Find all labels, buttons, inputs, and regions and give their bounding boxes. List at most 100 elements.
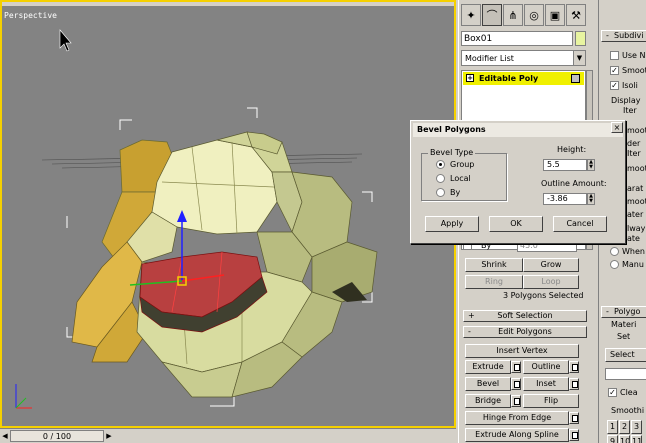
material-name-field[interactable] xyxy=(605,368,646,380)
manually-radio[interactable] xyxy=(610,260,619,269)
time-prev-icon[interactable]: ◀ xyxy=(0,430,10,442)
chevron-down-icon[interactable]: ▼ xyxy=(573,51,585,65)
motion-tab-icon[interactable]: ◎ xyxy=(524,4,544,26)
display-tab-icon[interactable]: ▣ xyxy=(545,4,565,26)
edit-polygons-rollout[interactable]: - Edit Polygons xyxy=(463,326,587,338)
perspective-viewport[interactable]: Perspective xyxy=(0,0,456,428)
ok-button[interactable]: OK xyxy=(489,216,543,232)
outline-spinner-icon[interactable]: ▲ ▼ xyxy=(587,193,595,205)
insert-vertex-button[interactable]: Insert Vertex xyxy=(465,344,579,358)
hinge-from-edge-button[interactable]: Hinge From Edge xyxy=(465,411,569,425)
flip-button[interactable]: Flip xyxy=(523,394,579,408)
stack-item-editable-poly[interactable]: + Editable Poly xyxy=(463,72,584,85)
render-iterations-label: Iter xyxy=(627,149,641,158)
apply-button[interactable]: Apply xyxy=(425,216,479,232)
update-label: ate xyxy=(627,234,640,243)
clear-selection-checkbox[interactable]: ✓ xyxy=(608,388,617,397)
soft-selection-label: Soft Selection xyxy=(497,311,553,320)
smoothing-group-3[interactable]: 3 xyxy=(631,420,642,434)
app-root: Perspective ◀ 0 / 100 ▶ ✦ ⌒ ⋔ ◎ ▣ ⚒ Box0… xyxy=(0,0,646,443)
object-name-field[interactable]: Box01 xyxy=(461,31,573,46)
separate-label: arat xyxy=(627,184,644,193)
extrude-button[interactable]: Extrude xyxy=(465,360,511,374)
close-icon[interactable]: × xyxy=(611,122,623,133)
use-nurms-checkbox[interactable] xyxy=(610,51,619,60)
cancel-button[interactable]: Cancel xyxy=(553,216,607,232)
extrude-along-spline-button[interactable]: Extrude Along Spline xyxy=(465,428,569,442)
subdivision-rollout[interactable]: - Subdivi xyxy=(601,30,646,42)
bevel-button[interactable]: Bevel xyxy=(465,377,511,391)
iterations-label: Iter xyxy=(623,106,637,115)
scene-render[interactable] xyxy=(2,2,456,428)
local-radio[interactable] xyxy=(436,174,445,183)
smoothing-group-10[interactable]: 10 xyxy=(619,435,630,443)
polygon-properties-title: Polygo xyxy=(614,307,641,316)
smooth-result-label: Smoot xyxy=(622,66,646,75)
toggle-icon[interactable] xyxy=(571,74,580,83)
subdivision-title: Subdivi xyxy=(614,31,644,40)
group-option-label: Group xyxy=(450,160,475,169)
isoline-checkbox[interactable]: ✓ xyxy=(610,81,619,90)
smooth-result-checkbox[interactable]: ✓ xyxy=(610,66,619,75)
expand-icon[interactable]: + xyxy=(466,74,474,82)
materials-label: ater xyxy=(627,210,644,219)
height-field[interactable]: 5.5 xyxy=(543,159,587,171)
extrude-settings-icon[interactable] xyxy=(511,361,521,373)
command-tabs: ✦ ⌒ ⋔ ◎ ▣ ⚒ xyxy=(459,4,599,28)
always-label: lway xyxy=(627,224,646,233)
cursor-icon xyxy=(59,29,72,52)
modifier-list-label: Modifier List xyxy=(465,54,514,63)
isoline-label: Isoli xyxy=(622,81,638,90)
extrude-spline-settings-icon[interactable] xyxy=(569,429,579,441)
bevel-type-label: Bevel Type xyxy=(428,148,476,157)
render-label: der xyxy=(627,139,641,148)
inset-button[interactable]: Inset xyxy=(523,377,569,391)
material-label: Materi xyxy=(611,320,637,329)
by-polygon-radio[interactable] xyxy=(436,188,445,197)
soft-selection-rollout[interactable]: + Soft Selection xyxy=(463,310,587,322)
inset-settings-icon[interactable] xyxy=(569,378,579,390)
bevel-settings-icon[interactable] xyxy=(511,378,521,390)
smoothing-group-11[interactable]: 11 xyxy=(631,435,642,443)
height-spinner-icon[interactable]: ▲ ▼ xyxy=(587,159,595,171)
edit-polygons-label: Edit Polygons xyxy=(498,327,552,336)
hinge-settings-icon[interactable] xyxy=(569,412,579,424)
when-rendering-radio[interactable] xyxy=(610,247,619,256)
mesh-cheek xyxy=(71,241,148,363)
bevel-polygons-dialog[interactable]: Bevel Polygons × Bevel Type Group Local … xyxy=(410,120,626,244)
height-label: Height: xyxy=(557,145,587,154)
bevel-type-group: Bevel Type Group Local By xyxy=(421,148,507,201)
create-tab-icon[interactable]: ✦ xyxy=(461,4,481,26)
timeline-bar: ◀ 0 / 100 ▶ xyxy=(0,428,456,443)
bridge-button[interactable]: Bridge xyxy=(465,394,511,408)
outline-amount-field[interactable]: -3.86 xyxy=(543,193,587,205)
hierarchy-tab-icon[interactable]: ⋔ xyxy=(503,4,523,26)
grow-button[interactable]: Grow xyxy=(523,258,579,272)
world-axis-tripod xyxy=(15,384,32,409)
dialog-title-bar[interactable]: Bevel Polygons xyxy=(413,123,623,137)
render-smoothness-label: moot xyxy=(627,164,646,173)
modify-tab-icon[interactable]: ⌒ xyxy=(482,4,502,26)
viewport-label[interactable]: Perspective xyxy=(4,11,57,20)
group-radio[interactable] xyxy=(436,160,445,169)
loop-button[interactable]: Loop xyxy=(523,275,579,289)
shrink-button[interactable]: Shrink xyxy=(465,258,523,272)
smoothing-group-1[interactable]: 1 xyxy=(607,420,618,434)
time-slider[interactable]: 0 / 100 xyxy=(10,430,104,442)
select-id-button[interactable]: Select xyxy=(605,348,646,362)
utilities-tab-icon[interactable]: ⚒ xyxy=(566,4,586,26)
outline-button[interactable]: Outline xyxy=(523,360,569,374)
smoothing-group-2[interactable]: 2 xyxy=(619,420,630,434)
smoothing-groups-label: moot xyxy=(627,197,646,206)
use-nurms-label: Use N xyxy=(622,51,646,60)
polygon-properties-rollout[interactable]: - Polygo xyxy=(601,306,646,318)
smoothing-group-9[interactable]: 9 xyxy=(607,435,618,443)
object-color-swatch[interactable] xyxy=(575,31,586,46)
rollout-sign: - xyxy=(468,327,471,336)
bridge-settings-icon[interactable] xyxy=(511,395,521,407)
modifier-list-dropdown[interactable]: Modifier List ▼ xyxy=(461,50,586,66)
ring-button[interactable]: Ring xyxy=(465,275,523,289)
time-next-icon[interactable]: ▶ xyxy=(104,430,114,442)
clear-selection-label: Clea xyxy=(620,388,638,397)
outline-settings-icon[interactable] xyxy=(569,361,579,373)
